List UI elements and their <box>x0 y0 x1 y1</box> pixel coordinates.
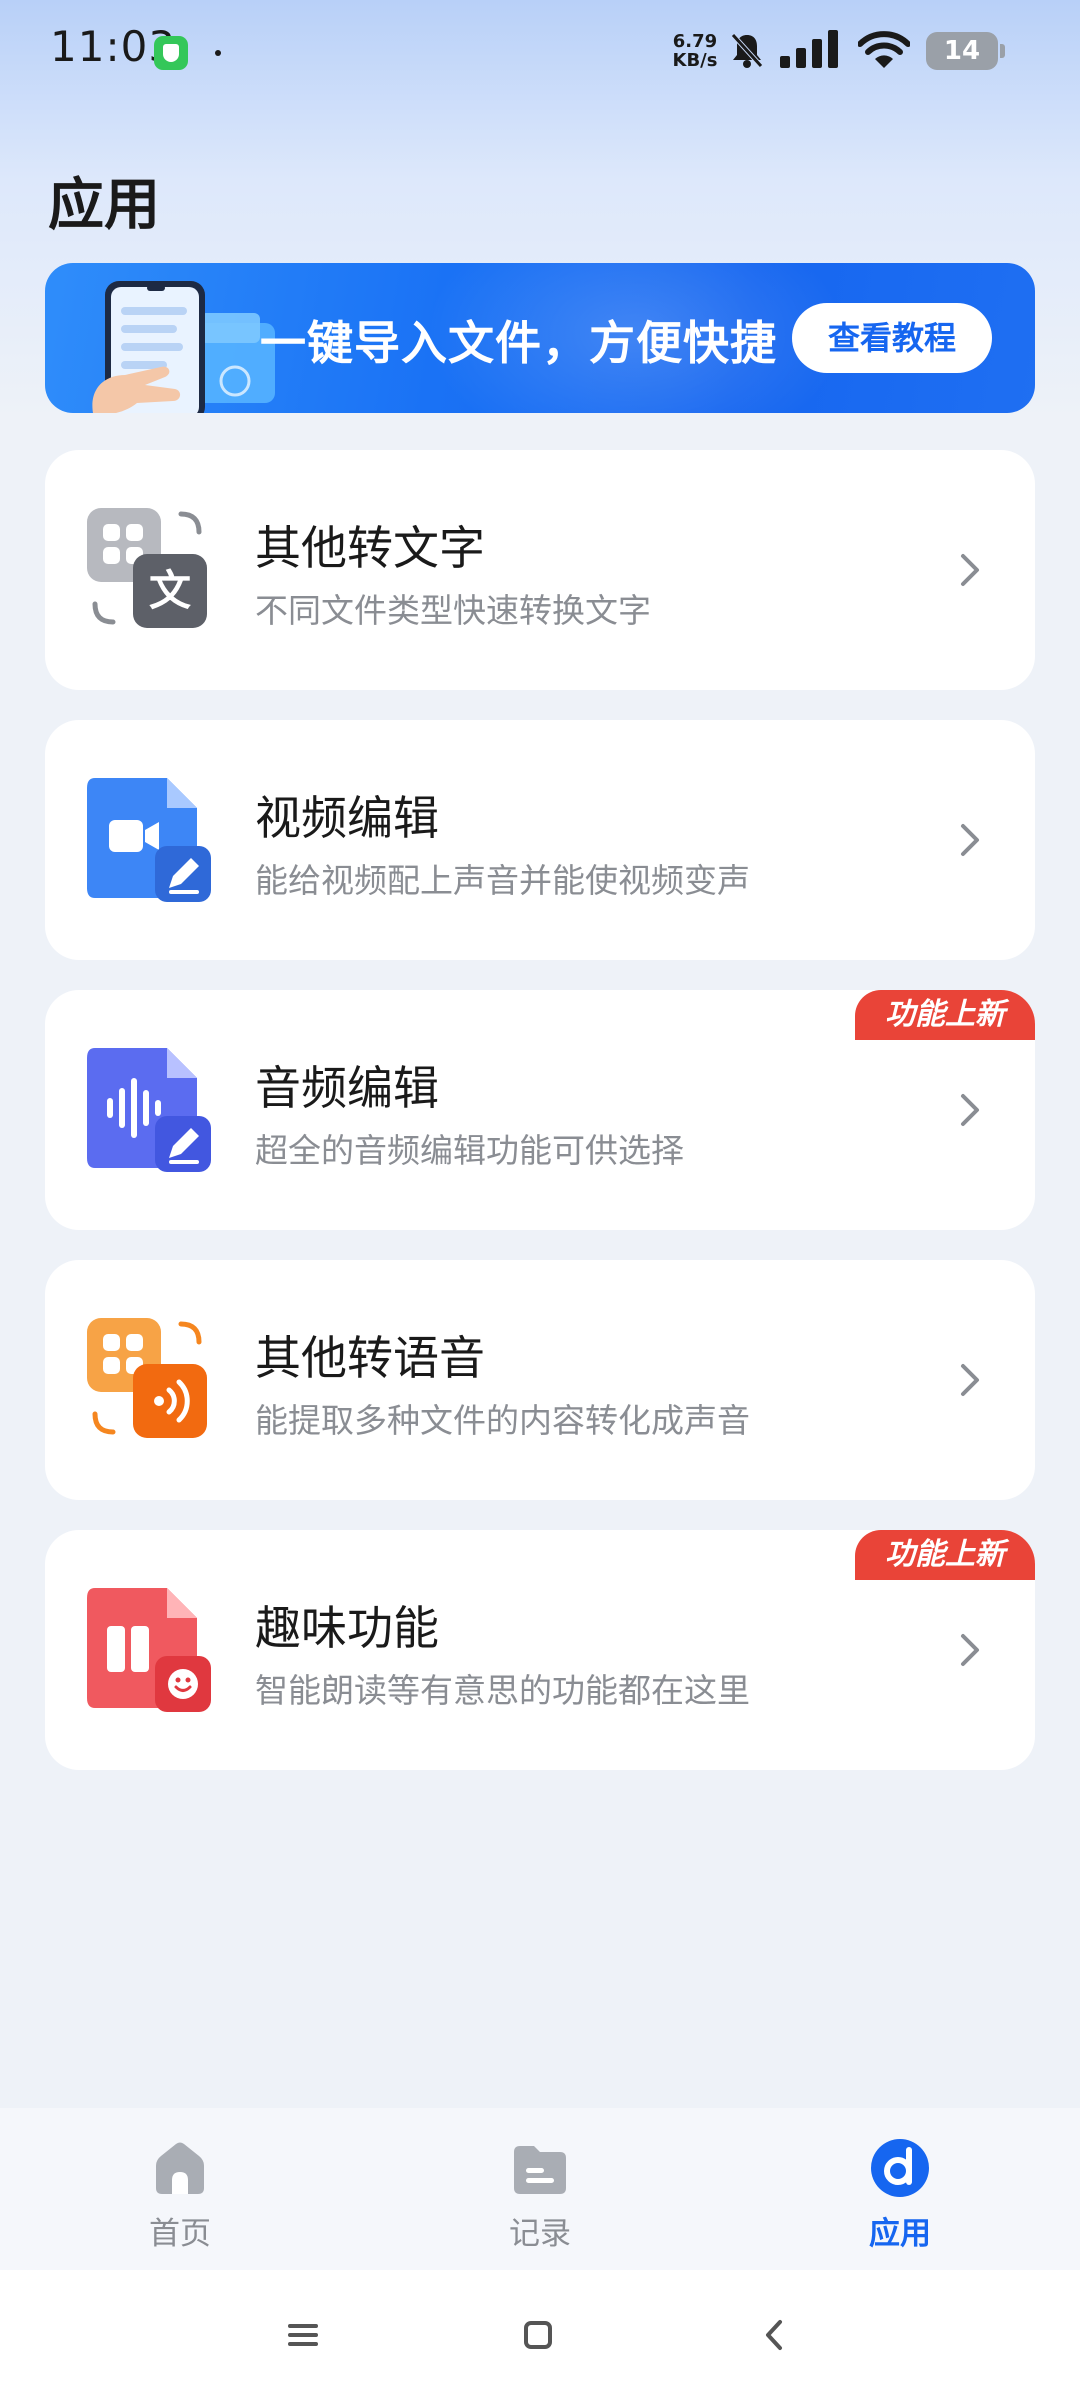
nav-label: 记录 <box>509 2216 571 2252</box>
battery-level: 14 <box>943 36 981 66</box>
battery-indicator: 14 <box>926 32 998 70</box>
card-file-to-text[interactable]: 文 其他转文字 不同文件类型快速转换文字 <box>45 450 1035 690</box>
home-square-icon[interactable] <box>513 2310 563 2360</box>
shield-app-icon <box>154 36 188 70</box>
nav-records[interactable]: 记录 <box>460 2138 620 2258</box>
nav-home[interactable]: 首页 <box>100 2138 260 2258</box>
nav-apps[interactable]: 应用 <box>820 2138 980 2258</box>
card-description: 能给视频配上声音并能使视频变声 <box>255 861 750 900</box>
home-icon <box>156 2142 204 2194</box>
file-to-speech-icon <box>87 1318 207 1438</box>
new-feature-badge: 功能上新 <box>855 990 1035 1040</box>
net-speed-value: 6.79 <box>672 31 718 52</box>
chevron-right-icon <box>961 1094 979 1126</box>
records-icon <box>514 2146 566 2194</box>
net-speed-unit: KB/s <box>672 50 718 71</box>
card-title: 其他转语音 <box>255 1331 485 1385</box>
file-to-text-icon: 文 <box>87 508 207 628</box>
chevron-right-icon <box>961 824 979 856</box>
card-title: 音频编辑 <box>255 1061 439 1115</box>
wifi-icon <box>858 31 910 68</box>
system-nav-bar <box>0 2270 1080 2400</box>
bottom-nav: 首页 记录 应用 <box>0 2108 1080 2270</box>
card-description: 超全的音频编辑功能可供选择 <box>255 1131 684 1170</box>
chevron-right-icon <box>961 1634 979 1666</box>
notification-dot <box>215 50 221 56</box>
menu-icon[interactable] <box>278 2310 328 2360</box>
apps-icon <box>871 2139 929 2197</box>
audio-edit-icon <box>87 1048 211 1172</box>
card-description: 不同文件类型快速转换文字 <box>255 591 651 630</box>
card-file-to-speech[interactable]: 其他转语音 能提取多种文件的内容转化成声音 <box>45 1260 1035 1500</box>
network-speed: 6.79 KB/s <box>670 32 720 70</box>
chevron-right-icon <box>961 554 979 586</box>
video-edit-icon <box>87 778 211 902</box>
back-icon[interactable] <box>750 2310 800 2360</box>
import-tutorial-banner[interactable]: 一键导入文件，方便快捷 查看教程 <box>45 263 1035 413</box>
card-description: 能提取多种文件的内容转化成声音 <box>255 1401 750 1440</box>
card-fun-features[interactable]: 功能上新 趣味功能 智能朗读等有意思的功能都在这里 <box>45 1530 1035 1770</box>
nav-label: 应用 <box>869 2216 931 2252</box>
card-title: 趣味功能 <box>255 1601 439 1655</box>
new-feature-badge: 功能上新 <box>855 1530 1035 1580</box>
card-title: 其他转文字 <box>255 521 485 575</box>
bell-muted-icon <box>731 33 763 68</box>
chevron-right-icon <box>961 1364 979 1396</box>
nav-label: 首页 <box>149 2216 211 2252</box>
banner-text: 一键导入文件，方便快捷 <box>260 316 777 370</box>
card-video-edit[interactable]: 视频编辑 能给视频配上声音并能使视频变声 <box>45 720 1035 960</box>
card-description: 智能朗读等有意思的功能都在这里 <box>255 1671 750 1710</box>
card-title: 视频编辑 <box>255 791 439 845</box>
svg-text:文: 文 <box>149 566 191 615</box>
fun-features-icon <box>87 1588 211 1712</box>
status-bar: 11:03 6.79 KB/s 14 <box>0 0 1080 100</box>
page-title: 应用 <box>48 173 160 238</box>
card-audio-edit[interactable]: 功能上新 音频编辑 超全的音频编辑功能可供选择 <box>45 990 1035 1230</box>
signal-icon <box>780 30 838 68</box>
battery-tip <box>1000 44 1005 58</box>
view-tutorial-button[interactable]: 查看教程 <box>792 303 992 373</box>
